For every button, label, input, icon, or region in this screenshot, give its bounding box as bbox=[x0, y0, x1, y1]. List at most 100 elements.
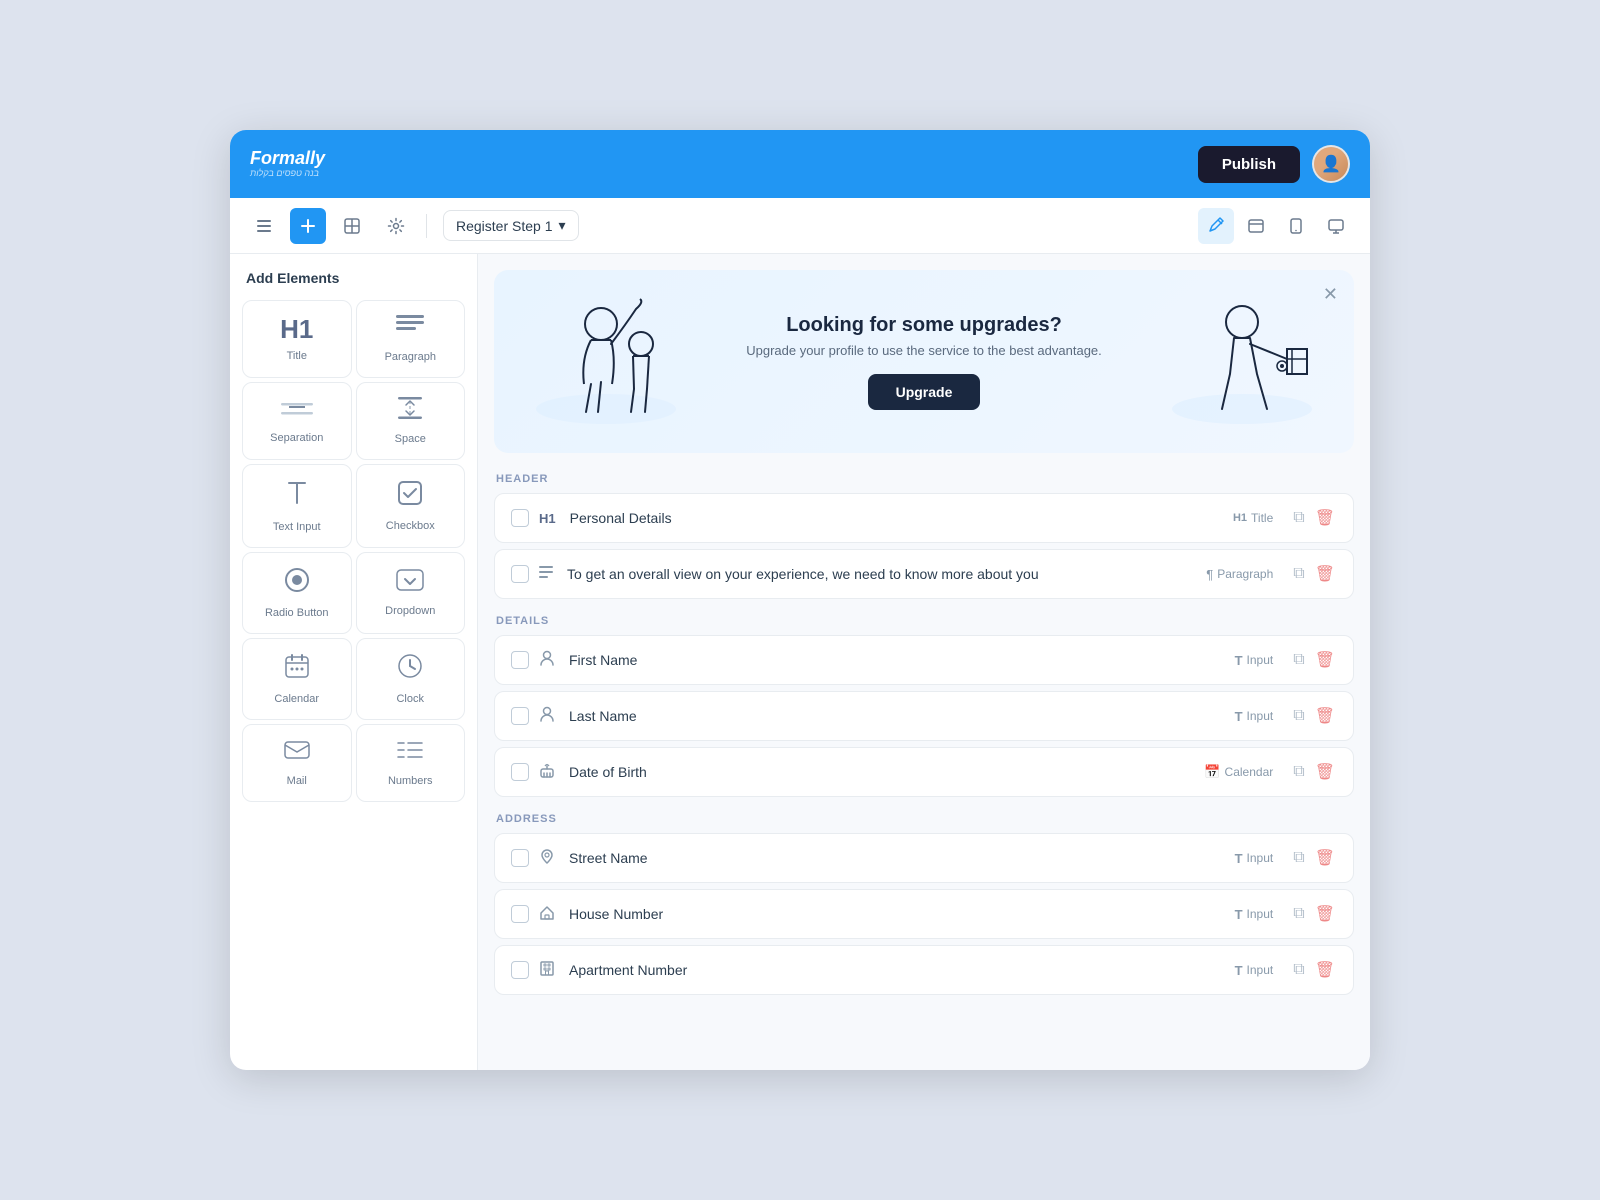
element-calendar-label: Calendar bbox=[274, 693, 319, 705]
toolbar-settings-icon[interactable] bbox=[378, 208, 414, 244]
element-space[interactable]: Space bbox=[356, 382, 466, 460]
row-copy-btn-4[interactable]: ⧉ bbox=[1291, 704, 1306, 728]
banner-close-button[interactable]: ✕ bbox=[1323, 284, 1338, 305]
row-last-name: Last Name T Input ⧉ 🗑 bbox=[494, 691, 1354, 741]
element-clock[interactable]: Clock bbox=[356, 638, 466, 720]
element-separation-label: Separation bbox=[270, 432, 323, 444]
element-radio-label: Radio Button bbox=[265, 607, 329, 619]
row-actions-3: ⧉ 🗑 bbox=[1291, 648, 1337, 672]
row-personal-details-label: Personal Details bbox=[570, 510, 1223, 526]
row-dob-label: Date of Birth bbox=[569, 764, 1194, 780]
element-radio[interactable]: Radio Button bbox=[242, 552, 352, 634]
checkbox-icon bbox=[397, 480, 423, 512]
space-icon bbox=[396, 397, 424, 425]
toolbar-add-icon[interactable] bbox=[290, 208, 326, 244]
row-checkbox-4[interactable] bbox=[511, 707, 529, 725]
header-right: Publish 👤 bbox=[1198, 145, 1350, 183]
app-logo: Formally בנה טפסים בקלות bbox=[250, 149, 325, 179]
row-actions-7: ⧉ 🗑 bbox=[1291, 902, 1337, 926]
content-area: ✕ bbox=[478, 254, 1370, 1070]
row-delete-btn-7[interactable]: 🗑 bbox=[1313, 902, 1337, 926]
row-person-icon-1 bbox=[539, 650, 555, 671]
row-h1-icon: H1 bbox=[539, 511, 556, 526]
row-type-paragraph: ¶ Paragraph bbox=[1206, 567, 1273, 582]
row-actions-6: ⧉ 🗑 bbox=[1291, 846, 1337, 870]
row-paragraph-icon bbox=[539, 565, 553, 584]
row-checkbox-3[interactable] bbox=[511, 651, 529, 669]
view-tablet-icon[interactable] bbox=[1278, 208, 1314, 244]
row-actions-4: ⧉ 🗑 bbox=[1291, 704, 1337, 728]
banner-figure-right bbox=[1162, 294, 1322, 429]
main-area: Add Elements H1 Title P bbox=[230, 254, 1370, 1070]
row-delete-btn-1[interactable]: 🗑 bbox=[1313, 506, 1337, 530]
row-location-icon bbox=[539, 848, 555, 869]
element-paragraph-label: Paragraph bbox=[385, 351, 436, 363]
row-checkbox-1[interactable] bbox=[511, 509, 529, 527]
row-copy-btn-1[interactable]: ⧉ bbox=[1291, 506, 1306, 530]
banner-text: Looking for some upgrades? Upgrade your … bbox=[686, 314, 1162, 410]
row-copy-btn-8[interactable]: ⧉ bbox=[1291, 958, 1306, 982]
section-header-label: HEADER bbox=[494, 473, 1354, 485]
view-icons bbox=[1198, 208, 1354, 244]
row-delete-btn-4[interactable]: 🗑 bbox=[1313, 704, 1337, 728]
calendar-icon bbox=[284, 653, 310, 685]
toolbar-table-icon[interactable] bbox=[334, 208, 370, 244]
element-paragraph[interactable]: Paragraph bbox=[356, 300, 466, 378]
row-copy-btn-6[interactable]: ⧉ bbox=[1291, 846, 1306, 870]
sidebar: Add Elements H1 Title P bbox=[230, 254, 478, 1070]
step-selector[interactable]: Register Step 1 ▾ bbox=[443, 210, 579, 241]
row-actions-5: ⧉ 🗑 bbox=[1291, 760, 1337, 784]
element-text-input[interactable]: Text Input bbox=[242, 464, 352, 548]
row-copy-btn-3[interactable]: ⧉ bbox=[1291, 648, 1306, 672]
row-copy-btn-7[interactable]: ⧉ bbox=[1291, 902, 1306, 926]
row-checkbox-6[interactable] bbox=[511, 849, 529, 867]
row-checkbox-8[interactable] bbox=[511, 961, 529, 979]
row-type-input-5: T Input bbox=[1235, 963, 1274, 978]
view-preview-icon[interactable] bbox=[1238, 208, 1274, 244]
row-type-input-3: T Input bbox=[1235, 851, 1274, 866]
row-paragraph-label: To get an overall view on your experienc… bbox=[567, 566, 1196, 582]
row-delete-btn-8[interactable]: 🗑 bbox=[1313, 958, 1337, 982]
toolbar-list-icon[interactable] bbox=[246, 208, 282, 244]
numbers-icon bbox=[396, 739, 424, 767]
row-checkbox-5[interactable] bbox=[511, 763, 529, 781]
element-clock-label: Clock bbox=[396, 693, 424, 705]
row-actions-2: ⧉ 🗑 bbox=[1291, 562, 1337, 586]
element-separation[interactable]: Separation bbox=[242, 382, 352, 460]
element-mail[interactable]: Mail bbox=[242, 724, 352, 802]
row-first-name: First Name T Input ⧉ 🗑 bbox=[494, 635, 1354, 685]
row-apartment-number: Apartment Number T Input ⧉ 🗑 bbox=[494, 945, 1354, 995]
element-calendar[interactable]: Calendar bbox=[242, 638, 352, 720]
element-dropdown-label: Dropdown bbox=[385, 605, 435, 617]
user-avatar[interactable]: 👤 bbox=[1312, 145, 1350, 183]
row-house-number: House Number T Input ⧉ 🗑 bbox=[494, 889, 1354, 939]
element-numbers[interactable]: Numbers bbox=[356, 724, 466, 802]
row-checkbox-2[interactable] bbox=[511, 565, 529, 583]
element-title[interactable]: H1 Title bbox=[242, 300, 352, 378]
element-checkbox[interactable]: Checkbox bbox=[356, 464, 466, 548]
separation-icon bbox=[281, 398, 313, 424]
app-window: Formally בנה טפסים בקלות Publish 👤 bbox=[230, 130, 1370, 1070]
row-dob: Date of Birth 📅 Calendar ⧉ 🗑 bbox=[494, 747, 1354, 797]
publish-button[interactable]: Publish bbox=[1198, 146, 1300, 183]
sidebar-title: Add Elements bbox=[242, 270, 465, 286]
row-copy-btn-2[interactable]: ⧉ bbox=[1291, 562, 1306, 586]
element-dropdown[interactable]: Dropdown bbox=[356, 552, 466, 634]
app-header: Formally בנה טפסים בקלות Publish 👤 bbox=[230, 130, 1370, 198]
row-delete-btn-2[interactable]: 🗑 bbox=[1313, 562, 1337, 586]
view-desktop-icon[interactable] bbox=[1318, 208, 1354, 244]
row-delete-btn-5[interactable]: 🗑 bbox=[1313, 760, 1337, 784]
radio-icon bbox=[284, 567, 310, 599]
row-copy-btn-5[interactable]: ⧉ bbox=[1291, 760, 1306, 784]
element-title-label: Title bbox=[287, 350, 307, 362]
view-edit-icon[interactable] bbox=[1198, 208, 1234, 244]
row-paragraph: To get an overall view on your experienc… bbox=[494, 549, 1354, 599]
upgrade-button[interactable]: Upgrade bbox=[868, 374, 981, 410]
element-checkbox-label: Checkbox bbox=[386, 520, 435, 532]
row-delete-btn-6[interactable]: 🗑 bbox=[1313, 846, 1337, 870]
row-checkbox-7[interactable] bbox=[511, 905, 529, 923]
mail-icon bbox=[283, 739, 311, 767]
clock-icon bbox=[397, 653, 423, 685]
row-type-calendar: 📅 Calendar bbox=[1204, 764, 1273, 780]
row-delete-btn-3[interactable]: 🗑 bbox=[1313, 648, 1337, 672]
